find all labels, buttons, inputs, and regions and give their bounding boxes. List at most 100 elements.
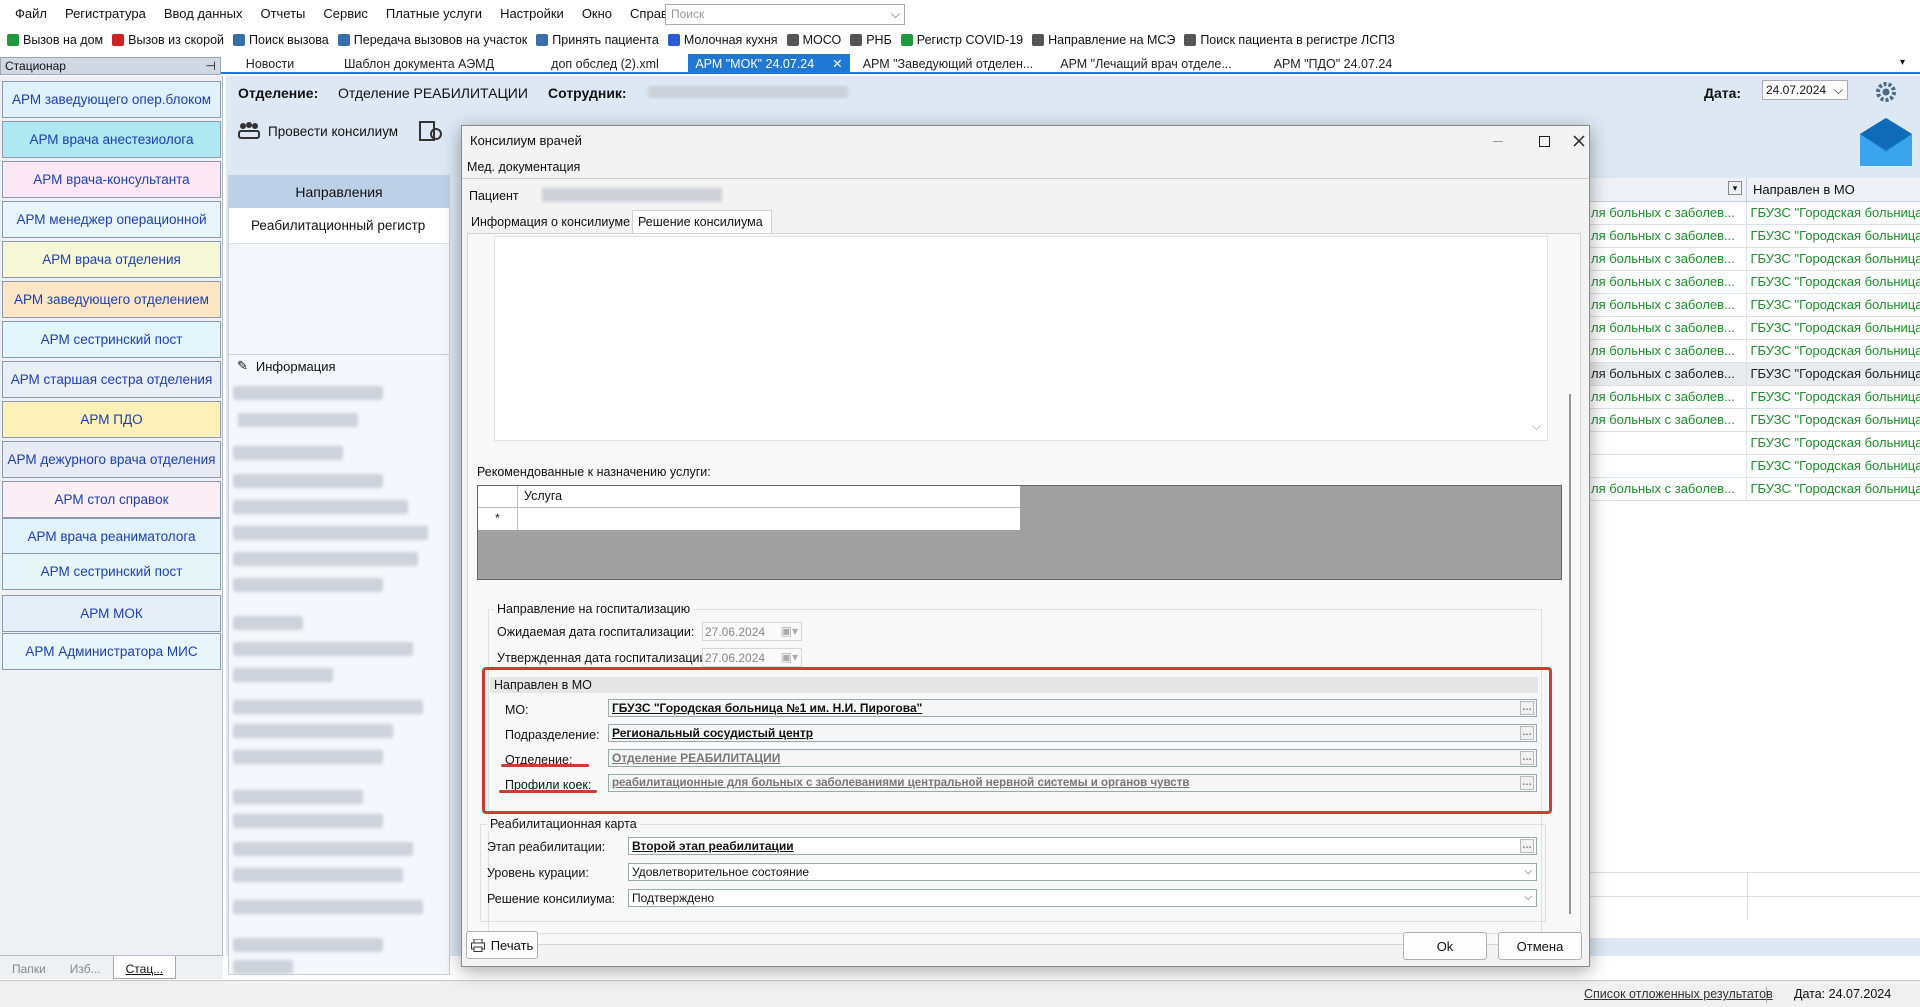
rehab-registry-item[interactable]: Реабилитационный регистр — [229, 208, 449, 244]
directions-header[interactable]: Направления — [229, 176, 449, 208]
tabs-overflow-icon[interactable]: ▾ — [1900, 57, 1905, 68]
table-row[interactable]: ля больных с заболев... ГБУЗС "Городская … — [1589, 340, 1920, 363]
column-header-mo[interactable]: Направлен в МО — [1747, 178, 1861, 201]
services-new-row[interactable]: * — [478, 508, 1020, 530]
menu-item[interactable]: Настройки — [491, 0, 573, 28]
tab-news[interactable]: Новости — [226, 54, 314, 74]
decision-textarea[interactable]: ⌵ — [494, 236, 1548, 441]
pin-icon[interactable]: ⊣ — [206, 58, 216, 74]
side-tab-favorites[interactable]: Изб... — [58, 956, 113, 979]
search-input[interactable]: Поиск ⌵ — [665, 4, 905, 25]
table-row[interactable]: ля больных с заболев... ГБУЗС "Городская … — [1589, 317, 1920, 340]
tab-xml-doc[interactable]: доп обслед (2).xml — [530, 54, 680, 74]
department-label: Отделение: — [238, 85, 319, 101]
side-tab-stationary[interactable]: Стац... — [112, 956, 177, 979]
menu-item[interactable]: Окно — [573, 0, 621, 28]
chevron-down-icon[interactable]: ⌵ — [1532, 419, 1541, 434]
chevron-down-icon[interactable]: ⌵ — [1524, 864, 1532, 880]
tab-consilium-decision[interactable]: Решение консилиума — [632, 210, 772, 234]
sidebar-arm-button[interactable]: АРМ МОК — [2, 595, 221, 632]
side-tab-folders[interactable]: Папки — [0, 956, 58, 979]
sidebar-arm-button[interactable]: АРМ Администратора МИС — [2, 633, 221, 670]
menu-item[interactable]: Платные услуги — [377, 0, 491, 28]
date-picker[interactable]: 24.07.2024 ⌵ — [1762, 80, 1848, 100]
table-row[interactable]: ля больных с заболев... ГБУЗС "Городская … — [1589, 386, 1920, 409]
chevron-down-icon[interactable]: ⌵ — [891, 7, 900, 22]
sidebar-arm-button[interactable]: АРМ стол справок — [2, 481, 221, 518]
sidebar-arm-button[interactable]: АРМ сестринский пост — [2, 321, 221, 358]
minimize-icon[interactable] — [1475, 126, 1521, 156]
approved-date-field[interactable]: 27.06.2024 ▣▾ — [702, 648, 802, 667]
toolbar-button[interactable]: Вызов на дом — [2, 33, 107, 47]
table-row[interactable]: ГБУЗС "Городская больница — [1589, 455, 1920, 478]
table-row[interactable]: ля больных с заболев... ГБУЗС "Городская … — [1589, 271, 1920, 294]
scrollbar[interactable] — [1569, 394, 1571, 914]
tab-aemd-template[interactable]: Шаблон документа АЭМД — [336, 54, 502, 74]
menu-item[interactable]: Отчеты — [251, 0, 314, 28]
tab-arm-pdo[interactable]: АРМ "ПДО" 24.07.24 — [1268, 54, 1398, 74]
toolbar-button[interactable]: Принять пациента — [531, 33, 663, 47]
menu-item[interactable]: Регистратура — [56, 0, 155, 28]
close-icon[interactable] — [1567, 126, 1591, 156]
table-row[interactable]: ля больных с заболев... ГБУЗС "Городская … — [1589, 248, 1920, 271]
toolbar-button[interactable]: Молочная кухня — [663, 33, 782, 47]
table-row[interactable]: ля больных с заболев... ГБУЗС "Городская … — [1589, 294, 1920, 317]
toolbar-button[interactable]: Регистр COVID-19 — [896, 33, 1027, 47]
sidebar-arm-button[interactable]: АРМ врача-консультанта — [2, 161, 221, 198]
tab-arm-head[interactable]: АРМ "Заведующий отделен... — [860, 54, 1036, 74]
calendar-icon[interactable]: ▣▾ — [781, 624, 798, 638]
tab-arm-mok[interactable]: АРМ "МОК" 24.07.24 ✕ — [688, 54, 850, 74]
toolbar-button[interactable]: МОСО — [782, 33, 846, 47]
decision-select[interactable]: Подтверждено ⌵ — [628, 889, 1537, 907]
sidebar-arm-button[interactable]: АРМ менеджер операционной — [2, 201, 221, 238]
menu-item[interactable]: Файл — [6, 0, 56, 28]
expected-date-field[interactable]: 27.06.2024 ▣▾ — [702, 622, 802, 641]
calendar-icon[interactable]: ▣▾ — [781, 650, 798, 664]
close-icon[interactable]: ✕ — [832, 57, 842, 71]
tab-consilium-info[interactable]: Информация о консилиуме — [467, 211, 634, 233]
gear-icon[interactable] — [1874, 80, 1898, 104]
toolbar-button[interactable]: Поиск пациента в регистре ЛСПЗ — [1179, 33, 1399, 47]
patient-name-redacted — [542, 188, 722, 202]
menu-item[interactable]: Ввод данных — [155, 0, 252, 28]
sidebar-arm-button[interactable]: АРМ сестринский пост — [2, 553, 221, 590]
med-docs-menu[interactable]: Мед. документация — [467, 160, 580, 174]
ok-button[interactable]: Ok — [1403, 932, 1487, 960]
rehab-stage-field[interactable]: Второй этап реабилитации… — [628, 837, 1537, 855]
sidebar-arm-button[interactable]: АРМ заведующего отделением — [2, 281, 221, 318]
toolbar-button[interactable]: Вызов из скорой — [107, 33, 228, 47]
sidebar-arm-button[interactable]: АРМ врача анестезиолога — [2, 121, 221, 158]
sidebar-arm-button[interactable]: АРМ дежурного врача отделения — [2, 441, 221, 478]
mail-envelope-icon[interactable] — [1858, 114, 1914, 170]
document-tool-icon[interactable] — [418, 118, 448, 146]
print-button[interactable]: Печать — [466, 931, 538, 959]
toolbar-button[interactable]: Направление на МСЭ — [1027, 33, 1179, 47]
sidebar-arm-button[interactable]: АРМ старшая сестра отделения — [2, 361, 221, 398]
table-row[interactable]: ля больных с заболев... ГБУЗС "Городская … — [1589, 409, 1920, 432]
hold-consilium-button[interactable]: Провести консилиум — [232, 116, 412, 146]
column-header-service[interactable]: Услуга — [518, 486, 568, 507]
deferred-results-link[interactable]: Список отложенных результатов — [1584, 987, 1773, 1001]
table-row[interactable]: ля больных с заболев... ГБУЗС "Городская … — [1589, 225, 1920, 248]
toolbar-button[interactable]: Поиск вызова — [228, 33, 333, 47]
table-row[interactable]: ГБУЗС "Городская больница — [1589, 432, 1920, 455]
sidebar-arm-button[interactable]: АРМ заведующего опер.блоком — [2, 81, 221, 118]
table-row[interactable]: ля больных с заболев... ГБУЗС "Городская … — [1589, 202, 1920, 225]
cancel-button[interactable]: Отмена — [1498, 932, 1582, 960]
tab-arm-doctor[interactable]: АРМ "Лечащий врач отделе... — [1056, 54, 1236, 74]
curation-level-select[interactable]: Удовлетворительное состояние ⌵ — [628, 863, 1537, 881]
sidebar-arm-button[interactable]: АРМ врача отделения — [2, 241, 221, 278]
toolbar-button[interactable]: РНБ — [845, 33, 896, 47]
sidebar-arm-button[interactable]: АРМ ПДО — [2, 401, 221, 438]
table-row[interactable]: ля больных с заболев... ГБУЗС "Городская … — [1589, 478, 1920, 501]
ellipsis-icon[interactable]: … — [1520, 839, 1534, 853]
chevron-down-icon[interactable]: ⌵ — [1834, 83, 1843, 98]
maximize-icon[interactable] — [1521, 126, 1567, 156]
sidebar-arm-button[interactable]: АРМ врача реаниматолога — [2, 518, 221, 555]
menu-item[interactable]: Сервис — [314, 0, 377, 28]
toolbar-button[interactable]: Передача вызовов на участок — [333, 33, 532, 47]
new-row-marker: * — [478, 508, 518, 530]
table-row[interactable]: ля больных с заболев... ГБУЗС "Городская … — [1589, 363, 1920, 386]
filter-dropdown-icon[interactable]: ▾ — [1728, 181, 1742, 195]
chevron-down-icon[interactable]: ⌵ — [1524, 890, 1532, 906]
